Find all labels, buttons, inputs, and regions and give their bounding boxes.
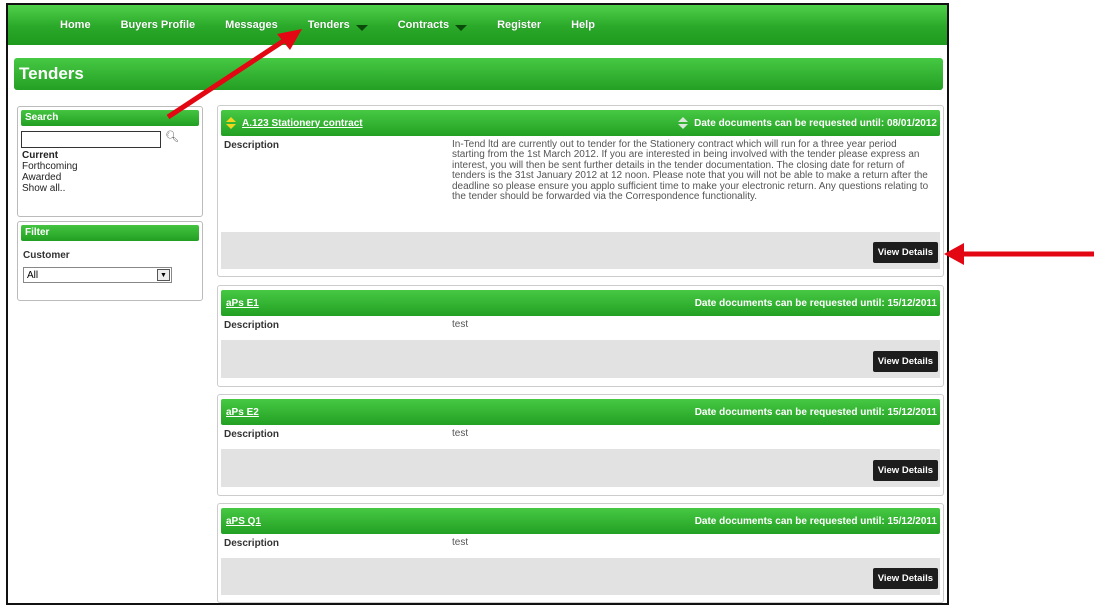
search-icon[interactable]: 🔍︎: [165, 130, 179, 143]
description-row: Description test: [218, 316, 943, 336]
tender-title: aPs E1: [226, 297, 259, 309]
search-link-awarded[interactable]: Awarded: [18, 172, 202, 183]
action-row: View Details: [221, 449, 940, 487]
tender-date-text: Date documents can be requested until: 1…: [694, 515, 937, 527]
view-details-button[interactable]: View Details: [872, 568, 938, 589]
tender-date: Date documents can be requested until: 0…: [678, 117, 937, 129]
description-row: Description test: [218, 534, 943, 554]
tender-title: A.123 Stationery contract: [242, 117, 363, 129]
chevron-down-icon[interactable]: [455, 25, 468, 31]
search-link-forthcoming[interactable]: Forthcoming: [18, 161, 202, 172]
action-row: View Details: [221, 558, 940, 595]
search-panel: Search 🔍︎ Current Forthcoming Awarded Sh…: [17, 106, 203, 217]
nav-tenders-label: Tenders: [307, 19, 350, 31]
nav-messages[interactable]: Messages: [225, 19, 278, 31]
view-details-button[interactable]: View Details: [872, 350, 938, 372]
search-link-show-all[interactable]: Show all..: [18, 183, 202, 194]
nav-register-label: Register: [497, 19, 542, 31]
sort-icon[interactable]: [678, 117, 689, 129]
tender-date-text: Date documents can be requested until: 0…: [694, 117, 937, 129]
search-heading: Search: [21, 110, 199, 126]
tender-date-text: Date documents can be requested until: 1…: [694, 297, 937, 309]
action-row: View Details: [221, 232, 940, 269]
tender-header: aPs E2 Date documents can be requested u…: [221, 399, 940, 425]
description-text: test: [452, 319, 469, 330]
tender-header: aPS Q1 Date documents can be requested u…: [221, 508, 940, 534]
nav-register[interactable]: Register: [497, 19, 541, 31]
nav-buyers-profile-label: Buyers Profile: [120, 19, 196, 31]
nav-home[interactable]: Home: [60, 19, 91, 31]
app-frame: Home Buyers Profile Messages Tenders Con…: [6, 3, 949, 605]
nav-help-label: Help: [571, 19, 595, 31]
nav-messages-label: Messages: [225, 19, 278, 31]
description-row: Description In-Tend ltd are currently ou…: [218, 136, 943, 228]
description-text: In-Tend ltd are currently out to tender …: [452, 139, 929, 203]
main-nav: Home Buyers Profile Messages Tenders Con…: [8, 5, 947, 45]
view-details-button[interactable]: View Details: [872, 459, 938, 481]
search-link-current[interactable]: Current: [18, 150, 202, 161]
tender-header: aPs E1 Date documents can be requested u…: [221, 290, 940, 316]
chevron-down-icon[interactable]: [355, 25, 368, 31]
sort-icon[interactable]: [226, 117, 236, 129]
tender-title-link[interactable]: aPS Q1: [226, 516, 261, 527]
description-row: Description test: [218, 425, 943, 445]
tender-card: aPs E2 Date documents can be requested u…: [217, 394, 944, 496]
nav-help[interactable]: Help: [571, 19, 595, 31]
tender-card: aPs E1 Date documents can be requested u…: [217, 285, 944, 387]
dropdown-arrow-icon[interactable]: ▼: [157, 269, 170, 281]
filter-heading: Filter: [21, 225, 199, 241]
action-row: View Details: [221, 340, 940, 378]
description-label: Description: [224, 140, 280, 151]
tender-date: Date documents can be requested until: 1…: [695, 298, 937, 309]
customer-label: Customer: [23, 250, 70, 261]
tender-date: Date documents can be requested until: 1…: [695, 516, 937, 527]
description-text: test: [452, 537, 469, 548]
nav-buyers-profile[interactable]: Buyers Profile: [121, 19, 196, 31]
page-title: Tenders: [14, 58, 943, 90]
tender-title: aPs E2: [226, 406, 259, 418]
nav-home-label: Home: [60, 19, 91, 31]
description-label: Description: [224, 429, 280, 440]
description-label: Description: [224, 538, 280, 549]
tender-title-link[interactable]: A.123 Stationery contract: [226, 117, 363, 129]
tender-card: A.123 Stationery contract Date documents…: [217, 105, 944, 277]
search-row: 🔍︎: [18, 129, 202, 150]
tender-date: Date documents can be requested until: 1…: [695, 407, 937, 418]
nav-contracts[interactable]: Contracts: [397, 19, 468, 31]
tender-date-text: Date documents can be requested until: 1…: [694, 406, 937, 418]
nav-tenders[interactable]: Tenders: [308, 19, 368, 31]
description-label: Description: [224, 320, 280, 331]
tender-card: aPS Q1 Date documents can be requested u…: [217, 503, 944, 603]
filter-panel: Filter Customer All ▼: [17, 221, 203, 301]
description-text: test: [452, 428, 469, 439]
tender-title-link[interactable]: aPs E1: [226, 298, 259, 309]
view-details-button[interactable]: View Details: [872, 242, 938, 263]
tender-header: A.123 Stationery contract Date documents…: [221, 110, 940, 136]
customer-select-value: All: [27, 269, 39, 281]
nav-contracts-label: Contracts: [397, 19, 450, 31]
customer-select[interactable]: All ▼: [23, 267, 172, 283]
tender-title-link[interactable]: aPs E2: [226, 407, 259, 418]
search-input[interactable]: [21, 131, 161, 148]
red-arrow-to-view-details: [944, 243, 1094, 265]
tender-title: aPS Q1: [226, 515, 262, 527]
